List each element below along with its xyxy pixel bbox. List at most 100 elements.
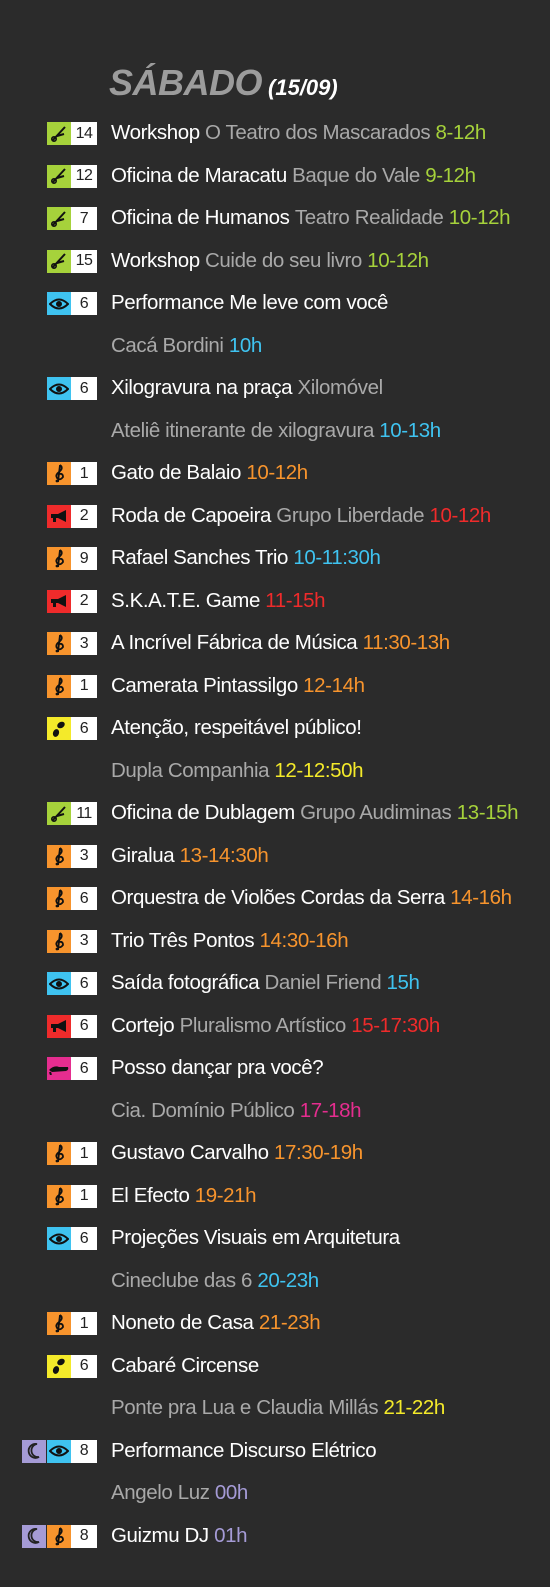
event-title: Gato de Balaio [111, 461, 242, 485]
schedule-entry: 3 Giralua 13-14:30h [0, 835, 550, 878]
entry-line: Ponte pra Lua e Claudia Millás 21-22h [0, 1387, 550, 1430]
event-title: Performance Me leve com você [111, 291, 389, 315]
event-group: Grupo Liberdade [276, 503, 425, 527]
event-group: Xilomóvel [297, 376, 383, 400]
treble-clef-icon [47, 1524, 71, 1548]
venue-number: 2 [71, 589, 97, 613]
eye-icon [47, 972, 71, 995]
venue-number: 15 [71, 249, 97, 273]
event-title: Orquestra de Violões Cordas da Serra [111, 886, 445, 910]
event-time: 15-17:30h [351, 1013, 440, 1037]
event-group: Dupla Companhia [111, 758, 270, 782]
category-badge: 3 [47, 844, 97, 868]
schedule-entry: 6 Projeções Visuais em Arquitetura Cineclu… [0, 1217, 550, 1302]
schedule-entry: 7 Oficina de Humanos Teatro Realidade 10-… [0, 197, 550, 240]
event-time: 9-12h [425, 163, 476, 187]
venue-number: 6 [71, 1057, 97, 1080]
event-time: 00h [214, 1481, 248, 1505]
category-badge: 1 [47, 462, 97, 485]
event-title: Oficina de Dublagem [111, 801, 295, 825]
event-title: Saída fotográfica [111, 971, 260, 995]
category-badge: 1 [47, 674, 97, 698]
schedule-entry: 11 Oficina de Dublagem Grupo Audiminas 13… [0, 792, 550, 835]
entry-line: Angelo Luz 00h [0, 1472, 550, 1515]
venue-number: 6 [71, 1227, 97, 1250]
eye-icon [47, 292, 71, 315]
event-time: 13-15h [456, 801, 519, 825]
event-group: Cacá Bordini [111, 333, 224, 357]
category-badge: 8 [22, 1524, 97, 1548]
schedule-entry: 12 Oficina de Maracatu Baque do Vale 9-12… [0, 155, 550, 198]
category-badge: 1 [47, 1312, 97, 1335]
schedule-entry: 3 Trio Três Pontos 14:30-16h [0, 920, 550, 963]
event-time: 20-23h [257, 1268, 319, 1292]
event-time: 17:30-19h [273, 1141, 363, 1165]
category-badge: 7 [47, 207, 97, 230]
entry-line: Cineclube das 6 20-23h [0, 1260, 550, 1303]
treble-clef-icon [47, 462, 71, 485]
event-title: Oficina de Maracatu [111, 163, 287, 187]
event-title: Performance Discurso Elétrico [111, 1438, 377, 1462]
event-time: 11-15h [265, 588, 326, 612]
event-group: Cuide do seu livro [205, 248, 362, 272]
event-title: Noneto de Casa [111, 1311, 254, 1335]
schedule-entry: 15 Workshop Cuide do seu livro 10-12h [0, 240, 550, 283]
event-group: Angelo Luz [111, 1481, 210, 1505]
day-header: SÁBADO (15/09) [109, 62, 338, 104]
venue-number: 6 [71, 972, 97, 995]
category-badge: 6 [47, 972, 97, 995]
event-time: 11:30-13h [362, 631, 451, 655]
schedule-entry: 1 El Efecto 19-21h [0, 1175, 550, 1218]
venue-number: 8 [71, 1439, 97, 1463]
venue-number: 14 [71, 122, 97, 145]
schedule-entry: 3 A Incrível Fábrica de Música 11:30-13h [0, 622, 550, 665]
entry-line: Cia. Domínio Público 17-18h [0, 1090, 550, 1133]
event-group: Teatro Realidade [294, 206, 444, 230]
event-time: 10h [228, 333, 262, 357]
event-title: Trio Três Pontos [111, 928, 255, 952]
event-group: Grupo Audiminas [300, 801, 452, 825]
schedule-entry: 6 Performance Me leve com você Cacá Bordin… [0, 282, 550, 367]
event-group: O Teatro dos Mascarados [205, 121, 431, 145]
juggling-icon [47, 1354, 71, 1378]
event-group: Pluralismo Artístico [179, 1013, 347, 1037]
event-title: S.K.A.T.E. Game [111, 588, 260, 612]
event-title: Guizmu DJ [111, 1523, 209, 1547]
event-time: 01h [214, 1523, 248, 1547]
schedule-entry: 6 Xilogravura na praça Xilomóvel Ateliê it… [0, 367, 550, 452]
event-group: Baque do Vale [292, 163, 420, 187]
event-title: A Incrível Fábrica de Música [111, 631, 358, 655]
event-title: Atenção, respeitável público! [111, 716, 362, 740]
scissors-icon [47, 802, 71, 825]
schedule-entry: 1 Gustavo Carvalho 17:30-19h [0, 1132, 550, 1175]
category-badge: 6 [47, 717, 97, 740]
treble-clef-icon [47, 929, 71, 953]
category-badge: 1 [47, 1142, 97, 1165]
treble-clef-icon [47, 674, 71, 698]
venue-number: 2 [71, 504, 97, 528]
schedule-entry: 2 S.K.A.T.E. Game 11-15h [0, 580, 550, 623]
treble-clef-icon [47, 887, 71, 910]
schedule-entry: 8 Guizmu DJ 01h [0, 1515, 550, 1558]
event-title: Cabaré Circense [111, 1353, 259, 1377]
category-badge: 12 [47, 164, 97, 188]
event-time: 17-18h [299, 1098, 362, 1122]
moon-icon [22, 1439, 46, 1463]
category-badge: 3 [47, 632, 97, 655]
schedule-entry: 8 Performance Discurso Elétrico Angelo Luz… [0, 1430, 550, 1515]
schedule-entry: 14 Workshop O Teatro dos Mascarados 8-12h [0, 112, 550, 155]
category-badge: 11 [47, 802, 97, 825]
treble-clef-icon [47, 632, 71, 655]
entry-line: Ateliê itinerante de xilogravura 10-13h [0, 410, 550, 453]
scissors-icon [47, 164, 71, 188]
event-time: 14-16h [450, 886, 512, 910]
venue-number: 6 [71, 377, 97, 400]
venue-number: 1 [71, 674, 97, 698]
event-time: 10-12h [367, 248, 429, 272]
venue-number: 1 [71, 1312, 97, 1335]
category-badge: 6 [47, 1227, 97, 1250]
scissors-icon [47, 249, 71, 273]
venue-number: 7 [71, 207, 97, 230]
category-badge: 3 [47, 929, 97, 953]
schedule-entry: 1 Gato de Balaio 10-12h [0, 452, 550, 495]
